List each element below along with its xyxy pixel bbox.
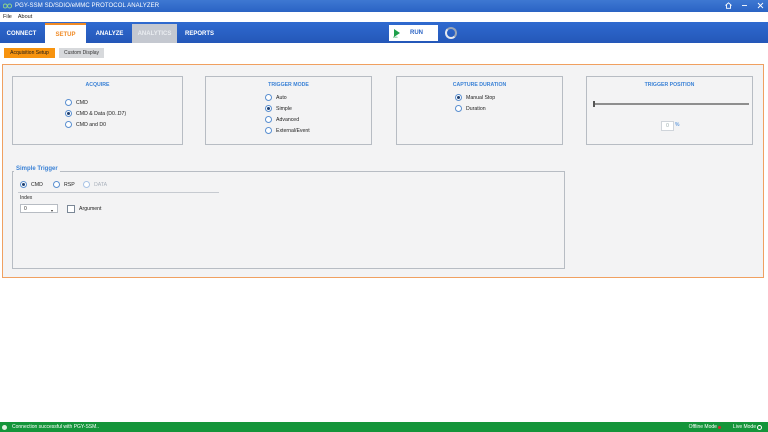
trigger-position-title: TRIGGER POSITION	[644, 82, 695, 88]
index-select[interactable]: 0 ▾	[20, 204, 58, 213]
main-nav-bar: CONNECT SETUP ANALYZE ANALYTICS REPORTS …	[0, 22, 768, 45]
minimize-icon[interactable]	[741, 2, 748, 11]
acquire-option-label: CMD	[76, 99, 88, 106]
capture-duration[interactable]: Duration	[455, 105, 486, 112]
simple-trigger-label: RSP	[64, 181, 75, 188]
radio-icon	[65, 99, 72, 106]
trigger-mode-label: Advanced	[276, 116, 300, 123]
simple-trigger-data: DATA	[83, 181, 107, 188]
divider	[18, 192, 219, 193]
trigger-position-group: TRIGGER POSITION 0 %	[586, 76, 753, 145]
index-label: Index	[20, 195, 33, 201]
radio-selected-icon	[455, 94, 462, 101]
slider-thumb[interactable]	[593, 101, 595, 107]
chevron-down-icon: ▾	[50, 208, 53, 213]
radio-icon	[265, 116, 272, 123]
title-bar: PGY-SSM SD/SDIO/eMMC PROTOCOL ANALYZER	[0, 0, 768, 12]
refresh-spinner-icon[interactable]	[445, 27, 457, 39]
offline-mode-label[interactable]: Offline Mode	[689, 424, 717, 430]
subtab-custom-display[interactable]: Custom Display	[59, 48, 104, 58]
capture-duration-title: CAPTURE DURATION	[452, 82, 507, 88]
menu-file[interactable]: File	[3, 14, 12, 20]
argument-checkbox[interactable]: Argument	[67, 205, 102, 213]
live-mode-label[interactable]: Live Mode	[733, 424, 756, 430]
radio-icon	[265, 127, 272, 134]
capture-duration-group: CAPTURE DURATION Manual Stop Duration	[396, 76, 563, 145]
checkbox-icon	[67, 205, 75, 213]
acquire-option-label: CMD and D0	[76, 121, 106, 128]
connection-status-icon	[2, 424, 7, 430]
trigger-mode-label: External/Event	[276, 127, 310, 134]
trigger-mode-title: TRIGGER MODE	[268, 82, 309, 88]
radio-icon	[83, 181, 90, 188]
acquire-title: ACQUIRE	[85, 82, 110, 88]
trigger-position-slider[interactable]	[593, 103, 749, 105]
run-label: RUN	[410, 30, 423, 36]
radio-icon	[455, 105, 462, 112]
capture-option-label: Manual Stop	[466, 94, 496, 101]
radio-selected-icon	[20, 181, 27, 188]
simple-trigger-rsp[interactable]: RSP	[53, 181, 75, 188]
simple-trigger-title: Simple Trigger	[14, 166, 60, 172]
trigger-mode-label: Simple	[276, 105, 292, 112]
acquire-group: ACQUIRE CMD CMD & Data (D0..D7) CMD and …	[12, 76, 183, 145]
live-indicator-icon	[757, 424, 762, 430]
trigger-mode-label: Auto	[276, 94, 287, 101]
offline-indicator-icon	[717, 425, 721, 429]
acquire-option-cmd-d0[interactable]: CMD and D0	[65, 121, 106, 128]
acquire-option-cmd[interactable]: CMD	[65, 99, 88, 106]
capture-manual-stop[interactable]: Manual Stop	[455, 94, 495, 101]
trigger-mode-group: TRIGGER MODE Auto Simple Advanced Extern…	[205, 76, 372, 145]
tab-connect[interactable]: CONNECT	[0, 24, 43, 43]
acquire-option-cmd-data[interactable]: CMD & Data (D0..D7)	[65, 110, 126, 117]
radio-icon	[265, 94, 272, 101]
tab-setup[interactable]: SETUP	[45, 23, 86, 45]
menu-bar: File About	[0, 12, 768, 22]
status-bar: Connection successful with PGY-SSM.. Off…	[0, 422, 768, 432]
menu-about[interactable]: About	[18, 14, 32, 20]
wave-logo-icon	[2, 3, 13, 9]
simple-trigger-label: DATA	[94, 181, 108, 188]
acquire-option-label: CMD & Data (D0..D7)	[76, 110, 127, 117]
status-message: Connection successful with PGY-SSM..	[12, 424, 100, 430]
simple-trigger-cmd[interactable]: CMD	[20, 181, 43, 188]
trigger-position-input[interactable]: 0	[661, 121, 674, 131]
subtab-acquisition-setup[interactable]: Acquisition Setup	[4, 48, 55, 58]
argument-label: Argument	[79, 206, 102, 212]
run-sub-label: Live	[393, 36, 398, 39]
radio-icon	[53, 181, 60, 188]
capture-option-label: Duration	[466, 105, 486, 112]
index-value: 0	[24, 205, 27, 212]
radio-selected-icon	[65, 110, 72, 117]
tab-analytics: ANALYTICS	[132, 24, 177, 43]
run-button[interactable]: RUN Live	[389, 25, 438, 41]
trigger-mode-auto[interactable]: Auto	[265, 94, 287, 101]
tab-reports[interactable]: REPORTS	[178, 24, 221, 43]
close-icon[interactable]	[757, 2, 764, 11]
trigger-mode-simple[interactable]: Simple	[265, 105, 292, 112]
radio-selected-icon	[265, 105, 272, 112]
trigger-mode-external[interactable]: External/Event	[265, 127, 310, 134]
trigger-mode-advanced[interactable]: Advanced	[265, 116, 299, 123]
trigger-position-unit: %	[675, 122, 680, 128]
simple-trigger-label: CMD	[31, 181, 43, 188]
tab-analyze[interactable]: ANALYZE	[88, 24, 131, 43]
window-title: PGY-SSM SD/SDIO/eMMC PROTOCOL ANALYZER	[15, 3, 160, 9]
home-icon[interactable]	[725, 1, 732, 11]
radio-icon	[65, 121, 72, 128]
